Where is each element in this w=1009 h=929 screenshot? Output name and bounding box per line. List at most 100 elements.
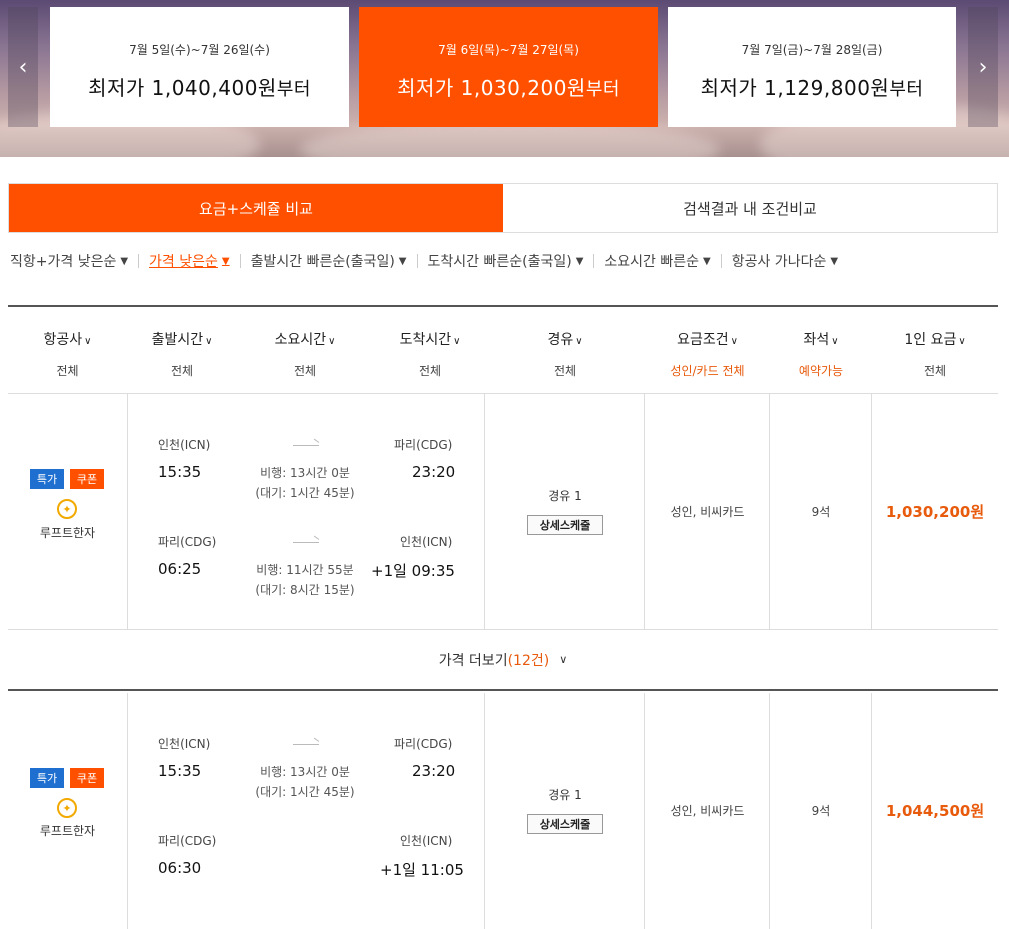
- departure-time: 15:35: [158, 762, 202, 780]
- fare-condition: 성인, 비씨카드: [670, 804, 745, 818]
- next-dates-button[interactable]: ›: [968, 7, 998, 127]
- airline-cell: 특가 쿠폰 ✦ 루프트한자: [8, 693, 128, 929]
- detail-schedule-button[interactable]: 상세스케줄: [527, 515, 603, 535]
- sort-label: 직항+가격 낮은순: [10, 254, 117, 270]
- arrow-right-icon: [293, 445, 319, 446]
- column-title: 요금조건: [677, 332, 729, 348]
- prev-dates-button[interactable]: ‹: [8, 7, 38, 127]
- column-stopover[interactable]: 경유 ∨ 전체: [485, 307, 645, 395]
- stopover-cell: 경유 1 상세스케줄: [485, 394, 645, 629]
- fare-price[interactable]: 1,044,500원: [872, 800, 998, 821]
- origin: 파리(CDG): [158, 834, 217, 848]
- sort-departure-time[interactable]: 출발시간 빠른순(출국일) ▼: [251, 251, 407, 271]
- badge-group: 특가 쿠폰: [30, 768, 104, 788]
- column-filter: 전체: [56, 364, 79, 378]
- sort-arrival-time[interactable]: 도착시간 빠른순(출국일) ▼: [428, 251, 584, 271]
- date-card[interactable]: 7월 7일(금)~7월 28일(금) 최저가 1,129,800원부터: [668, 7, 956, 127]
- chevron-down-icon: ∨: [205, 336, 213, 347]
- more-prices-button[interactable]: 가격 더보기 (12건) ∨: [8, 630, 998, 691]
- results-table-header: 항공사 ∨ 전체 출발시간 ∨ 전체 소요시간 ∨ 전체 도착시간 ∨ 전체 경유 ∨ 전…: [8, 305, 998, 394]
- column-duration[interactable]: 소요시간 ∨ 전체: [245, 307, 365, 395]
- caret-down-icon: ▼: [703, 255, 711, 267]
- arrival-time: +1일 11:05: [380, 861, 464, 879]
- column-filter: 성인/카드 전체: [670, 364, 745, 378]
- sort-label: 항공사 가나다순: [731, 254, 827, 270]
- lufthansa-logo-icon: ✦: [57, 499, 77, 519]
- column-filter: 전체: [293, 364, 317, 378]
- tab-condition-compare[interactable]: 검색결과 내 조건비교: [503, 184, 997, 232]
- table-row[interactable]: 특가 쿠폰 ✦ 루프트한자 인천(ICN) 파리(CDG) 15:35 비행: …: [8, 394, 998, 630]
- price-suffix: 부터: [276, 79, 311, 100]
- table-row[interactable]: 특가 쿠폰 ✦ 루프트한자 인천(ICN) 파리(CDG) 15:35 비행: …: [8, 693, 998, 929]
- stopover-cell: 경유 1 상세스케줄: [485, 693, 645, 929]
- seat-cell: 9석: [770, 394, 872, 629]
- date-range: 7월 7일(금)~7월 28일(금): [741, 43, 883, 57]
- date-card[interactable]: 7월 5일(수)~7월 26일(수) 최저가 1,040,400원부터: [50, 7, 349, 127]
- coupon-badge: 쿠폰: [70, 768, 104, 788]
- sort-label: 가격 낮은순: [149, 254, 218, 270]
- column-title: 1인 요금: [904, 332, 957, 348]
- caret-down-icon: ▼: [221, 255, 230, 267]
- more-count: (12건): [507, 652, 550, 669]
- chevron-down-icon: ∨: [831, 336, 839, 347]
- column-title: 소요시간: [274, 332, 327, 348]
- stopover-count: 경유 1: [548, 489, 582, 503]
- detail-schedule-button[interactable]: 상세스케줄: [527, 814, 603, 834]
- price-value: 1,040,400원: [151, 76, 277, 100]
- departure-time: 06:30: [158, 859, 202, 877]
- more-label: 가격 더보기: [438, 652, 508, 669]
- sort-price[interactable]: 가격 낮은순 ▼: [149, 251, 230, 271]
- chevron-down-icon: ∨: [328, 336, 336, 347]
- badge-group: 특가 쿠폰: [30, 469, 104, 489]
- schedule-cell: 인천(ICN) 파리(CDG) 15:35 비행: 13시간 0분 (대기: 1…: [128, 693, 485, 929]
- chevron-down-icon: ∨: [958, 336, 966, 347]
- column-title: 좌석: [803, 332, 830, 348]
- column-title: 도착시간: [399, 332, 452, 348]
- lowest-price: 최저가 1,129,800원부터: [668, 72, 956, 101]
- lufthansa-logo-icon: ✦: [57, 798, 77, 818]
- caret-down-icon: ▼: [830, 255, 839, 267]
- column-departure[interactable]: 출발시간 ∨ 전체: [127, 307, 237, 395]
- date-card-selected[interactable]: 7월 6일(목)~7월 27일(목) 최저가 1,030,200원부터: [359, 7, 658, 127]
- divider: [416, 254, 418, 268]
- stopover-count: 경유 1: [548, 788, 582, 802]
- condition-cell: 성인, 비씨카드: [645, 693, 770, 929]
- chevron-down-icon: ∨: [575, 336, 583, 347]
- destination: 인천(ICN): [400, 834, 453, 848]
- chevron-right-icon: ›: [978, 54, 988, 80]
- price-label: 최저가: [700, 76, 758, 100]
- sort-direct-price[interactable]: 직항+가격 낮은순 ▼: [10, 251, 128, 271]
- origin: 인천(ICN): [158, 737, 211, 751]
- fare-price[interactable]: 1,030,200원: [872, 501, 998, 522]
- schedule-cell: 인천(ICN) 파리(CDG) 15:35 비행: 13시간 0분 (대기: 1…: [128, 394, 485, 629]
- chevron-down-icon: ∨: [453, 336, 461, 347]
- caret-down-icon: ▼: [575, 255, 584, 267]
- seat-count: 9석: [811, 505, 831, 519]
- price-suffix: 부터: [889, 79, 924, 100]
- sort-duration[interactable]: 소요시간 빠른순 ▼: [604, 251, 710, 271]
- date-range: 7월 6일(목)~7월 27일(목): [438, 43, 579, 57]
- chevron-down-icon: ∨: [730, 336, 738, 347]
- divider: [239, 254, 241, 268]
- tab-fare-schedule[interactable]: 요금+스케쥴 비교: [9, 184, 503, 232]
- price-cell: 1,044,500원: [872, 693, 998, 929]
- arrival-time: 23:20: [412, 762, 456, 780]
- column-fare-condition[interactable]: 요금조건 ∨ 성인/카드 전체: [645, 307, 770, 395]
- column-title: 출발시간: [151, 332, 204, 348]
- chevron-down-icon: ∨: [84, 336, 92, 347]
- divider: [720, 254, 722, 268]
- column-price[interactable]: 1인 요금 ∨ 전체: [872, 307, 998, 395]
- sort-bar: 직항+가격 낮은순 ▼ 가격 낮은순 ▼ 출발시간 빠른순(출국일) ▼ 도착시간 빠…: [10, 249, 838, 273]
- column-seats[interactable]: 좌석 ∨ 예약가능: [770, 307, 872, 395]
- departure-time: 06:25: [158, 560, 202, 578]
- airline-name: 루프트한자: [39, 526, 96, 540]
- flight-duration: 비행: 13시간 0분: [260, 466, 350, 480]
- chevron-down-icon: ∨: [559, 653, 568, 666]
- column-arrival[interactable]: 도착시간 ∨ 전체: [370, 307, 490, 395]
- column-airline[interactable]: 항공사 ∨ 전체: [8, 307, 127, 395]
- column-filter: 전체: [418, 364, 442, 378]
- condition-cell: 성인, 비씨카드: [645, 394, 770, 629]
- column-title: 항공사: [43, 332, 83, 348]
- sort-airline[interactable]: 항공사 가나다순 ▼: [732, 251, 838, 271]
- view-tabs: 요금+스케쥴 비교 검색결과 내 조건비교: [8, 183, 998, 233]
